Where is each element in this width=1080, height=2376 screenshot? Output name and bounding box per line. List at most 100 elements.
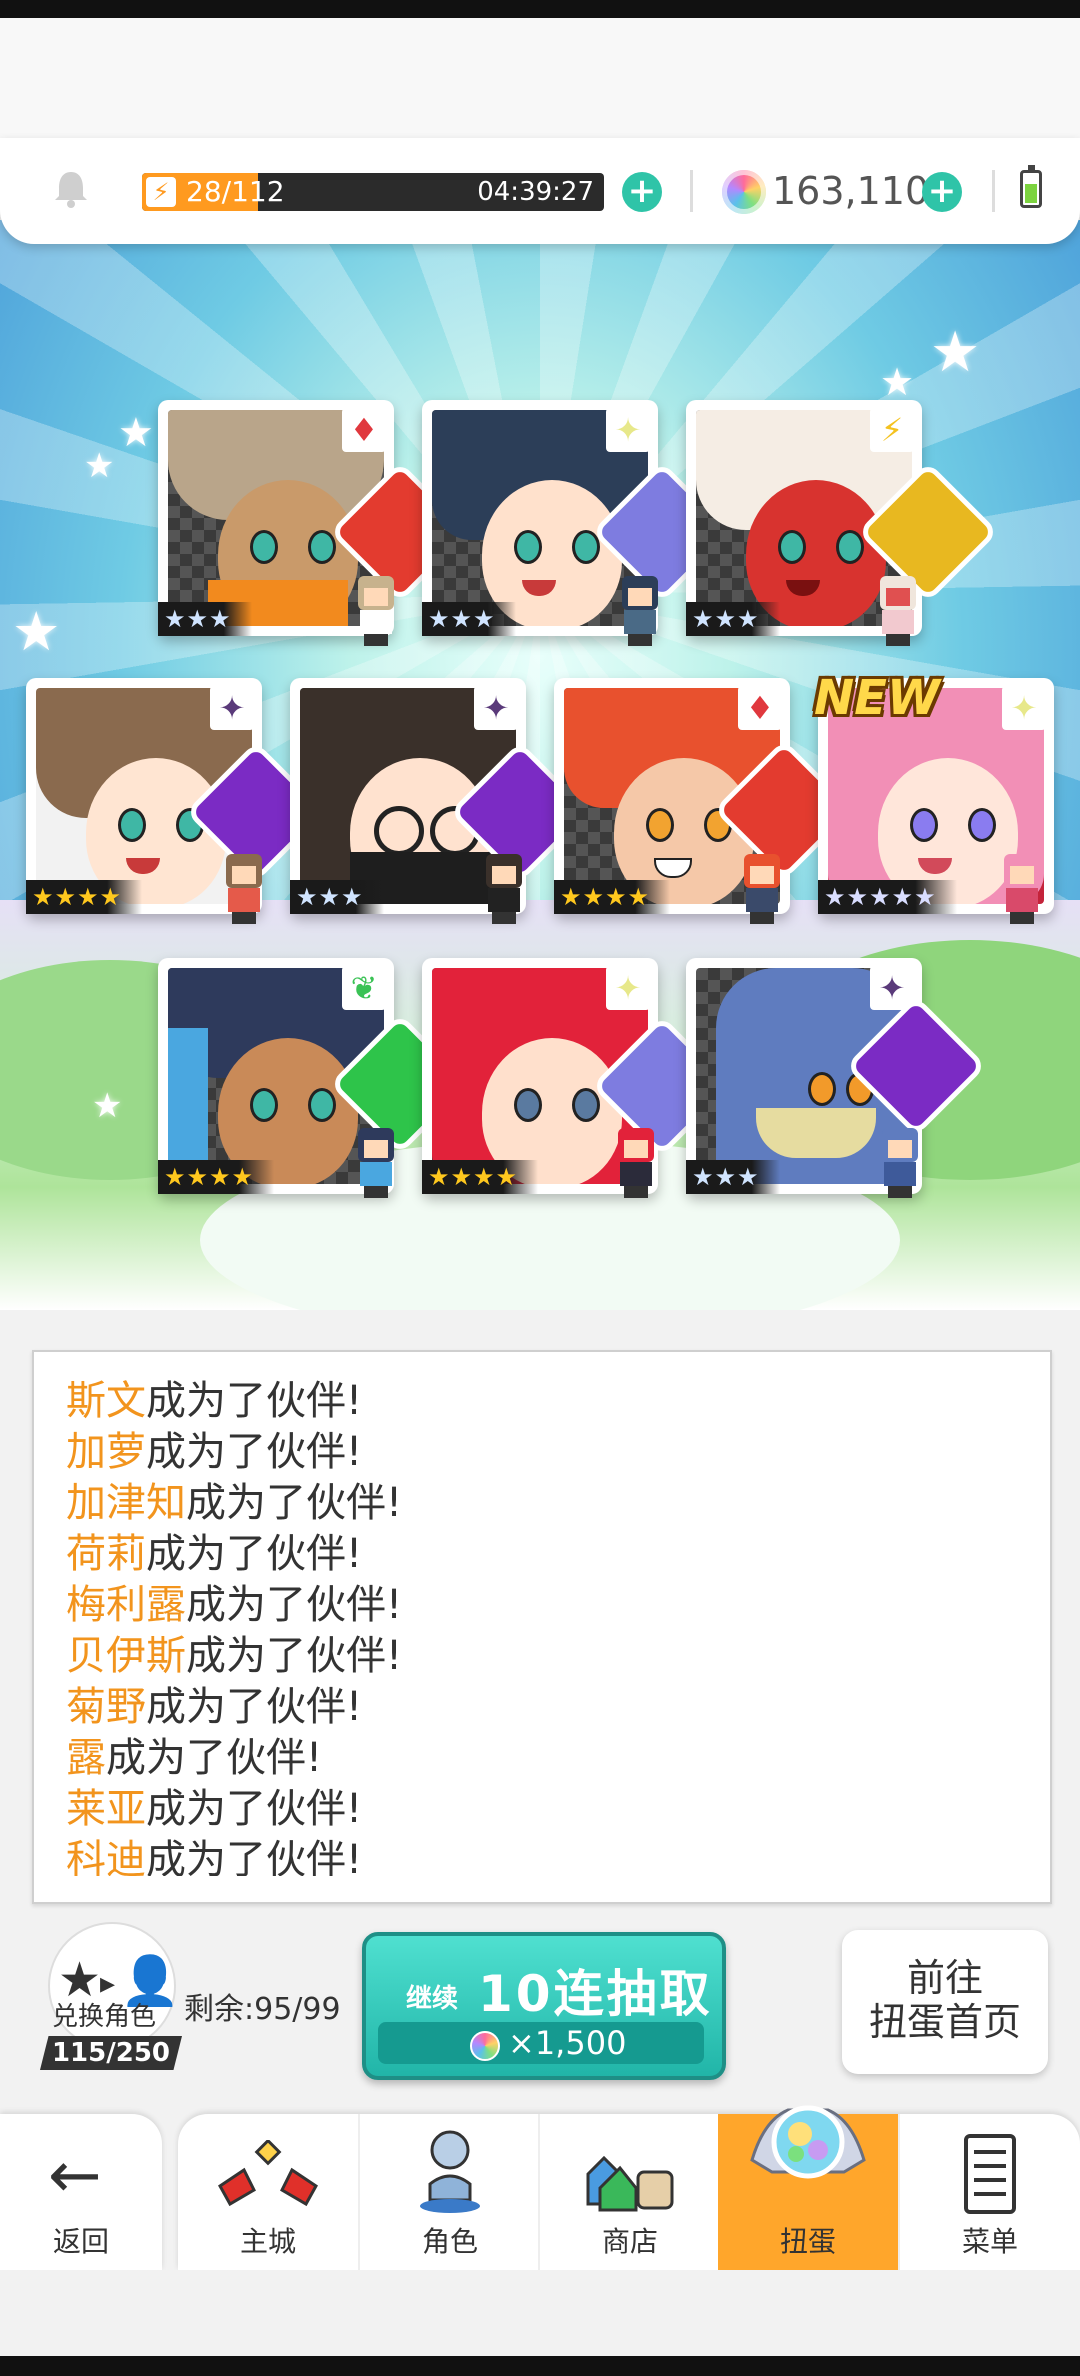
nav-tabs: 主城 角色 商店 扭蛋 菜单 bbox=[178, 2105, 1080, 2270]
character-card[interactable]: ♦ ★★★★ bbox=[554, 678, 855, 924]
gem-icon bbox=[722, 170, 766, 214]
rarity-stars: ★★★★ bbox=[26, 880, 143, 914]
log-entry: 科迪成为了伙伴! bbox=[66, 1835, 1006, 1876]
wind-element-icon: ❦ bbox=[342, 966, 386, 1010]
continue-label: 继续 bbox=[406, 1984, 459, 2014]
back-label: 返回 bbox=[52, 2225, 109, 2258]
status-bar-area bbox=[0, 18, 1080, 138]
sparkle-icon: ★ bbox=[930, 320, 981, 385]
log-entry: 梅利露成为了伙伴! bbox=[66, 1580, 1006, 1631]
log-character-name: 梅利露 bbox=[66, 1582, 186, 1628]
character-card[interactable]: ⚡ ★★★ bbox=[686, 400, 999, 646]
divider bbox=[690, 170, 693, 212]
tab-town[interactable]: 主城 bbox=[178, 2114, 358, 2270]
dark-element-icon: ✦ bbox=[474, 686, 518, 730]
bottom-navigation: ← 返回 主城 角色 商店 扭蛋 菜单 bbox=[0, 2105, 1080, 2270]
tab-shop[interactable]: 商店 bbox=[538, 2114, 720, 2270]
sparkle-icon: ★ bbox=[92, 1086, 123, 1126]
log-entry: 斯文成为了伙伴! bbox=[66, 1376, 1006, 1427]
character-card[interactable]: ✦ ★★★ bbox=[290, 678, 591, 924]
log-text: 成为了伙伴! bbox=[186, 1582, 403, 1628]
rarity-stars: ★★★★ bbox=[158, 1160, 275, 1194]
light-element-icon: ✦ bbox=[606, 966, 650, 1010]
character-card[interactable]: ❦ ★★★★ bbox=[158, 958, 471, 1198]
log-character-name: 加津知 bbox=[66, 1480, 186, 1526]
divider bbox=[992, 170, 995, 212]
log-text: 成为了伙伴! bbox=[186, 1480, 403, 1526]
gacha-orb-icon bbox=[750, 2105, 866, 2179]
log-text: 成为了伙伴! bbox=[146, 1684, 363, 1730]
tab-character[interactable]: 角色 bbox=[358, 2114, 540, 2270]
go-gacha-home-button[interactable]: 前往 扭蛋首页 bbox=[842, 1930, 1048, 2074]
lightning-icon: ⚡ bbox=[146, 177, 176, 207]
add-gems-button[interactable]: + bbox=[922, 172, 962, 212]
continue-10-draw-button[interactable]: 继续 10连抽取 ×1,500 bbox=[362, 1932, 726, 2080]
log-character-name: 荷莉 bbox=[66, 1531, 146, 1577]
new-badge: NEW bbox=[814, 670, 940, 726]
exchange-character-button[interactable]: ★ ▸ 👤 兑换角色 115/250 bbox=[36, 1918, 186, 2078]
tab-character-label: 角色 bbox=[421, 2225, 478, 2258]
fire-element-icon: ♦ bbox=[342, 408, 386, 452]
back-button[interactable]: ← 返回 bbox=[0, 2114, 162, 2270]
sparkle-icon: ★ bbox=[880, 360, 915, 404]
gacha-result-banner: ★ ★ ★ ★ ★ ★ ♦ ★★★ ✦ ★★★ ⚡ ★★★ ✦ ★★★★ ✦ ★… bbox=[0, 220, 1080, 1310]
character-card[interactable]: ✦ ★★★★ bbox=[26, 678, 327, 924]
rarity-stars: ★★★★ bbox=[554, 880, 671, 914]
log-text: 成为了伙伴! bbox=[106, 1735, 323, 1781]
pixel-sprite bbox=[216, 854, 272, 924]
tab-gacha[interactable]: 扭蛋 bbox=[718, 2105, 898, 2270]
log-character-name: 莱亚 bbox=[66, 1786, 146, 1832]
character-card[interactable]: ✦ ★★★★ bbox=[422, 958, 733, 1198]
character-card[interactable]: NEW ✦ ★★★★★ bbox=[814, 670, 1054, 924]
gem-count: 163,110 bbox=[772, 169, 930, 213]
log-character-name: 露 bbox=[66, 1735, 106, 1781]
log-text: 成为了伙伴! bbox=[186, 1633, 403, 1679]
gacha-home-label-2: 扭蛋首页 bbox=[868, 2000, 1021, 2044]
rarity-stars: ★★★★★ bbox=[818, 880, 957, 914]
log-entry: 荷莉成为了伙伴! bbox=[66, 1529, 1006, 1580]
pixel-sprite bbox=[608, 1128, 664, 1198]
pixel-sprite bbox=[734, 854, 790, 924]
pixel-sprite bbox=[348, 1128, 404, 1198]
add-stamina-button[interactable]: + bbox=[622, 172, 662, 212]
remaining-draws: 剩余:95/99 bbox=[184, 1992, 341, 2027]
character-card[interactable]: ✦ ★★★ bbox=[686, 958, 987, 1198]
fire-element-icon: ♦ bbox=[738, 686, 782, 730]
log-list: 斯文成为了伙伴! 加萝成为了伙伴! 加津知成为了伙伴! 荷莉成为了伙伴! 梅利露成为了伙… bbox=[66, 1376, 1006, 1876]
draw-cost-bar: ×1,500 bbox=[378, 2022, 704, 2064]
log-entry: 加萝成为了伙伴! bbox=[66, 1427, 1006, 1478]
log-entry: 贝伊斯成为了伙伴! bbox=[66, 1631, 1006, 1682]
acquisition-log[interactable]: 斯文成为了伙伴! 加萝成为了伙伴! 加津知成为了伙伴! 荷莉成为了伙伴! 梅利露成为了伙… bbox=[32, 1350, 1052, 1904]
gem-icon bbox=[470, 2031, 500, 2061]
log-entry: 加津知成为了伙伴! bbox=[66, 1478, 1006, 1529]
log-entry: 露成为了伙伴! bbox=[66, 1733, 1006, 1784]
character-card[interactable]: ✦ ★★★ bbox=[422, 400, 733, 646]
stamina-timer: 04:39:27 bbox=[477, 177, 594, 207]
system-nav-edge bbox=[0, 2356, 1080, 2376]
pixel-sprite bbox=[994, 854, 1050, 924]
rarity-stars: ★★★ bbox=[686, 1160, 780, 1194]
pixel-sprite bbox=[870, 576, 926, 646]
system-nav-area bbox=[0, 2270, 1080, 2356]
exchange-label: 兑换角色 bbox=[52, 2002, 157, 2032]
gacha-home-label-1: 前往 bbox=[906, 1956, 983, 2000]
tab-shop-label: 商店 bbox=[601, 2225, 658, 2258]
log-entry: 菊野成为了伙伴! bbox=[66, 1682, 1006, 1733]
rarity-stars: ★★★ bbox=[686, 602, 780, 636]
stamina-value: 28/112 bbox=[186, 175, 285, 208]
rarity-stars: ★★★★ bbox=[422, 1160, 539, 1194]
draw-cost: ×1,500 bbox=[508, 2024, 627, 2062]
bell-icon[interactable] bbox=[50, 168, 92, 210]
exchange-count: 115/250 bbox=[40, 2036, 182, 2070]
tab-menu[interactable]: 菜单 bbox=[898, 2114, 1080, 2270]
character-icon bbox=[420, 2130, 480, 2213]
tab-gacha-label: 扭蛋 bbox=[779, 2225, 836, 2258]
log-text: 成为了伙伴! bbox=[146, 1786, 363, 1832]
pixel-sprite bbox=[872, 1128, 928, 1198]
stamina-bar: ⚡ 28/112 04:39:27 bbox=[142, 173, 604, 211]
character-card[interactable]: ♦ ★★★ bbox=[158, 400, 471, 646]
sparkle-icon: ★ bbox=[84, 446, 115, 486]
sparkle-icon: ★ bbox=[118, 410, 154, 456]
pixel-sprite bbox=[348, 576, 404, 646]
shop-icon bbox=[586, 2155, 674, 2212]
